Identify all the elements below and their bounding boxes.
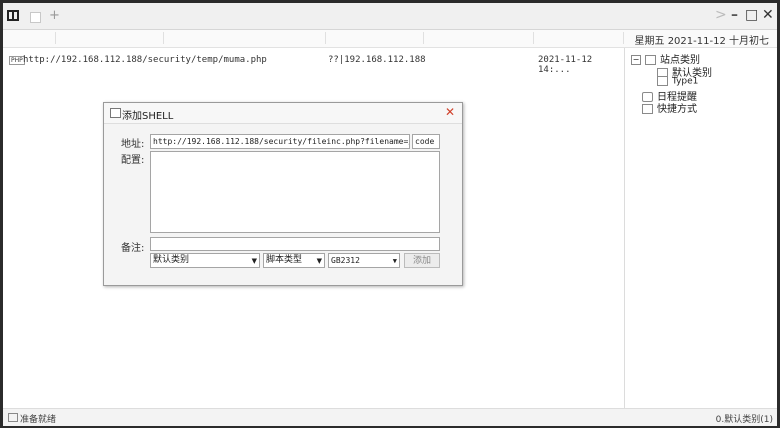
config-textarea[interactable] xyxy=(150,151,440,233)
shell-ip: ??|192.168.112.188 xyxy=(328,55,426,65)
column-divider[interactable] xyxy=(163,32,164,44)
tree-node-shortcuts[interactable]: 快捷方式 xyxy=(642,100,697,115)
table-row[interactable]: PHP http://192.168.112.188/security/temp… xyxy=(3,55,623,75)
dialog-title: 添加SHELL xyxy=(122,111,174,122)
column-divider[interactable] xyxy=(55,32,56,44)
category-select[interactable]: 默认类别 ▼ xyxy=(150,253,260,268)
status-text: 准备就绪 xyxy=(20,415,57,425)
address-label: 地址: xyxy=(121,139,145,150)
forward-icon[interactable]: > xyxy=(715,7,727,23)
status-bar: 准备就绪 0.默认类别(1) xyxy=(3,408,777,426)
shell-url: http://192.168.112.188/security/temp/mum… xyxy=(23,55,267,65)
category-icon xyxy=(645,55,656,65)
shortcut-icon xyxy=(642,104,653,114)
column-header-bar: 星期五 2021-11-12 十月初七 xyxy=(3,30,777,48)
note-label: 备注: xyxy=(121,243,145,254)
column-divider[interactable] xyxy=(325,32,326,44)
note-input[interactable] xyxy=(150,237,440,251)
dropdown-arrow-icon: ▼ xyxy=(251,257,257,265)
add-button[interactable]: 添加 xyxy=(404,253,440,268)
app-window: + > – □ ✕ 星期五 2021-11-12 十月初七 PHP http:/… xyxy=(3,3,778,426)
maximize-button[interactable]: □ xyxy=(745,7,758,23)
minimize-button[interactable]: – xyxy=(731,7,738,23)
dialog-close-button[interactable]: ✕ xyxy=(445,105,455,119)
encoding-select[interactable]: GB2312 ▼ xyxy=(328,253,400,268)
address-input[interactable]: http://192.168.112.188/security/fileinc.… xyxy=(150,134,410,149)
date-display: 星期五 2021-11-12 十月初七 xyxy=(634,36,769,47)
column-divider[interactable] xyxy=(623,32,624,44)
status-count: 0.默认类别(1) xyxy=(715,415,773,425)
tree-node-type1[interactable]: Type1 xyxy=(657,76,698,87)
shell-time: 2021-11-12 14:... xyxy=(538,55,593,75)
dropdown-arrow-icon: ▼ xyxy=(316,257,322,265)
close-button[interactable]: ✕ xyxy=(762,7,774,23)
dropdown-arrow-icon: ▼ xyxy=(392,257,397,265)
column-divider[interactable] xyxy=(533,32,534,44)
dialog-header: 添加SHELL ✕ xyxy=(104,103,462,124)
password-input[interactable]: code xyxy=(412,134,440,149)
folder-icon xyxy=(657,76,668,86)
add-shell-dialog: 添加SHELL ✕ 地址: http://192.168.112.188/sec… xyxy=(103,102,463,286)
add-tab-button[interactable]: + xyxy=(49,8,60,23)
category-tree: − 站点类别 默认类别 Type1 日程提醒 快捷方式 xyxy=(624,48,778,408)
status-icon xyxy=(8,413,18,422)
collapse-icon[interactable]: − xyxy=(631,55,641,65)
blank-tab[interactable] xyxy=(30,12,41,23)
config-label: 配置: xyxy=(121,155,145,166)
title-bar: + > – □ ✕ xyxy=(3,3,777,30)
panel-toggle-icon[interactable] xyxy=(7,10,19,21)
script-type-select[interactable]: 脚本类型 ▼ xyxy=(263,253,325,268)
dialog-icon xyxy=(110,108,121,118)
column-divider[interactable] xyxy=(423,32,424,44)
